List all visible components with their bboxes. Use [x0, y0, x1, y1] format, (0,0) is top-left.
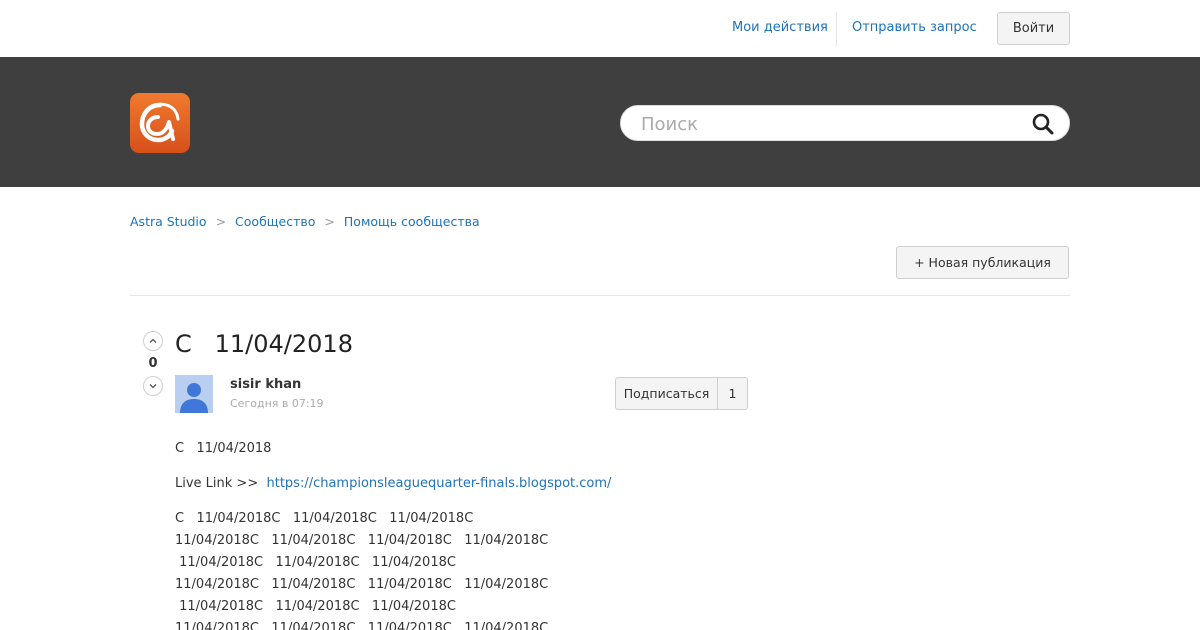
top-divider [836, 12, 837, 46]
new-post-button[interactable]: + Новая публикация [896, 246, 1069, 279]
breadcrumb-separator: > [215, 214, 227, 229]
search-icon[interactable] [1031, 112, 1055, 136]
body-line: 11/04/2018С 11/04/2018С 11/04/2018С 11/0… [175, 577, 549, 592]
vote-count: 0 [148, 356, 158, 371]
my-actions-link[interactable]: Мои действия [732, 20, 828, 35]
chevron-up-icon [149, 338, 157, 343]
chevron-down-icon [149, 384, 157, 389]
top-bar: Мои действия Отправить запрос Войти [0, 0, 1200, 57]
body-line: 11/04/2018С 11/04/2018С 11/04/2018С 11/0… [175, 533, 549, 548]
divider [130, 295, 1070, 296]
post-body-lines: С 11/04/2018С 11/04/2018С 11/04/2018С 11… [175, 511, 548, 630]
breadcrumb: Astra Studio > Сообщество > Помощь сообществ… [130, 214, 480, 229]
avatar[interactable] [175, 375, 213, 413]
submit-request-link[interactable]: Отправить запрос [852, 20, 977, 35]
subscribe-label[interactable]: Подписаться [616, 378, 718, 409]
astra-logo-icon[interactable] [130, 93, 190, 153]
body-line: С 11/04/2018С 11/04/2018С 11/04/2018С [175, 511, 474, 526]
post-title: С 11/04/2018 [175, 330, 353, 358]
search-input[interactable] [641, 112, 1021, 136]
hero-banner [0, 57, 1200, 187]
author-name[interactable]: sisir khan [230, 377, 301, 392]
search-box [620, 105, 1070, 141]
breadcrumb-item-community[interactable]: Сообщество [235, 214, 315, 229]
user-icon [180, 383, 208, 413]
post-timestamp: Сегодня в 07:19 [230, 397, 324, 410]
subscribe-button[interactable]: Подписаться 1 [615, 377, 748, 410]
live-link-label: Live Link >> [175, 476, 267, 491]
breadcrumb-item-home[interactable]: Astra Studio [130, 214, 207, 229]
post-body-paragraph: С 11/04/2018 [175, 441, 272, 456]
login-button[interactable]: Войти [997, 12, 1070, 45]
downvote-button[interactable] [143, 376, 163, 396]
breadcrumb-item-community-help[interactable]: Помощь сообщества [344, 214, 480, 229]
body-line: 11/04/2018С 11/04/2018С 11/04/2018С 11/0… [175, 621, 549, 630]
live-link[interactable]: https://championsleaguequarter-finals.bl… [266, 476, 611, 491]
live-link-paragraph: Live Link >> https://championsleaguequar… [175, 476, 611, 491]
body-line: 11/04/2018С 11/04/2018С 11/04/2018С [175, 599, 456, 614]
subscriber-count: 1 [728, 386, 737, 401]
upvote-button[interactable] [143, 331, 163, 351]
body-line: 11/04/2018С 11/04/2018С 11/04/2018С [175, 555, 456, 570]
breadcrumb-separator: > [324, 214, 335, 229]
